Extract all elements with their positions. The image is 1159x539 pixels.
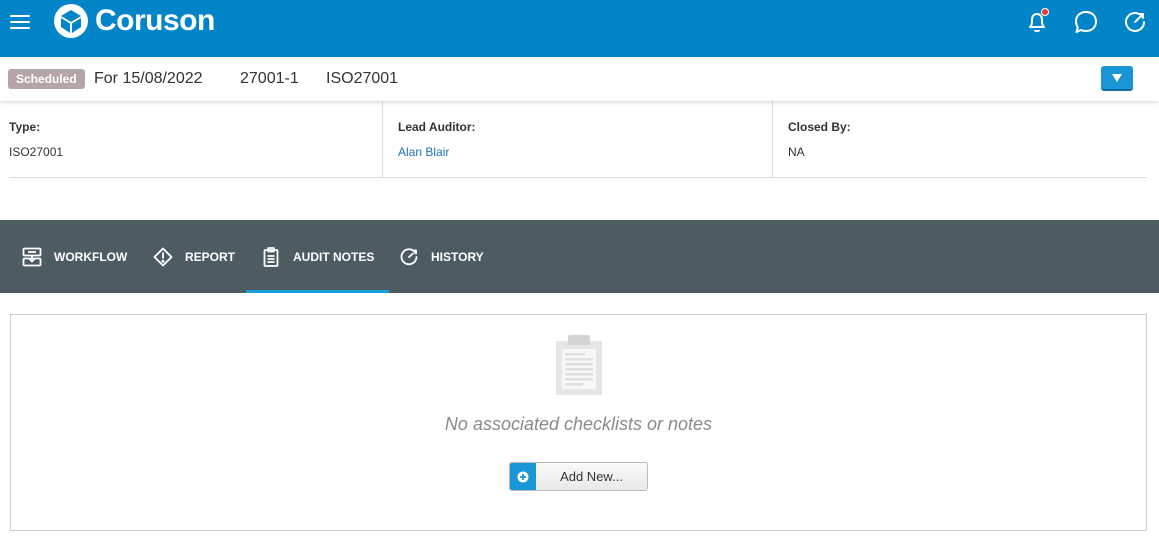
closed-by-label: Closed By: <box>788 120 851 134</box>
closed-by-value: NA <box>788 145 805 159</box>
lead-auditor-label: Lead Auditor: <box>398 120 476 134</box>
lead-auditor-link[interactable]: Alan Blair <box>398 145 449 159</box>
tab-workflow-label: WORKFLOW <box>54 249 128 264</box>
scheduled-date: For 15/08/2022 <box>94 70 203 87</box>
app-name: Coruson <box>95 4 215 37</box>
tab-report-label: REPORT <box>185 249 236 264</box>
tab-audit-notes[interactable]: AUDIT NOTES <box>245 220 390 293</box>
dashboard-icon[interactable] <box>1122 9 1148 35</box>
empty-message: No associated checklists or notes <box>444 414 713 434</box>
menu-icon[interactable] <box>10 12 32 32</box>
audit-notes-panel: No associated checklists or notes Add Ne… <box>10 314 1147 531</box>
status-badge: Scheduled <box>8 69 85 89</box>
add-plus-icon <box>510 463 536 490</box>
report-icon <box>153 247 173 266</box>
empty-clipboard-icon <box>556 335 602 395</box>
bell-icon[interactable] <box>1024 8 1050 35</box>
audit-standard: ISO27001 <box>326 70 399 87</box>
audit-info-panel: Type: ISO27001 Lead Auditor: Alan Blair … <box>9 101 1147 178</box>
type-field: Type: ISO27001 <box>9 101 383 177</box>
notification-dot <box>1041 8 1049 16</box>
caret-down-icon <box>1112 73 1122 82</box>
tab-audit-notes-label: AUDIT NOTES <box>293 249 375 264</box>
app-header: Coruson <box>0 0 1159 57</box>
closed-by-field: Closed By: NA <box>773 101 1147 177</box>
tab-bar: WORKFLOW REPORT AUDIT NOTES HISTORY <box>0 220 1159 293</box>
app-logo[interactable]: Coruson <box>53 3 215 39</box>
type-value: ISO27001 <box>9 145 64 159</box>
tab-workflow[interactable]: WORKFLOW <box>22 220 127 293</box>
tab-report[interactable]: REPORT <box>153 220 235 293</box>
add-new-label: Add New... <box>560 469 623 484</box>
audit-status-bar: Scheduled For 15/08/2022 27001-1 ISO2700… <box>0 57 1159 101</box>
history-icon <box>400 247 418 265</box>
clipboard-icon <box>263 246 279 267</box>
tab-history[interactable]: HISTORY <box>399 220 484 293</box>
lead-auditor-field: Lead Auditor: Alan Blair <box>383 101 773 177</box>
chat-icon[interactable] <box>1073 9 1099 35</box>
audit-reference: 27001-1 <box>240 70 299 87</box>
workflow-icon <box>22 247 42 266</box>
expand-details-button[interactable] <box>1101 66 1133 91</box>
add-new-button[interactable]: Add New... <box>509 462 648 491</box>
type-label: Type: <box>9 120 41 134</box>
coruson-logo-icon <box>54 4 88 38</box>
tab-history-label: HISTORY <box>431 249 484 264</box>
